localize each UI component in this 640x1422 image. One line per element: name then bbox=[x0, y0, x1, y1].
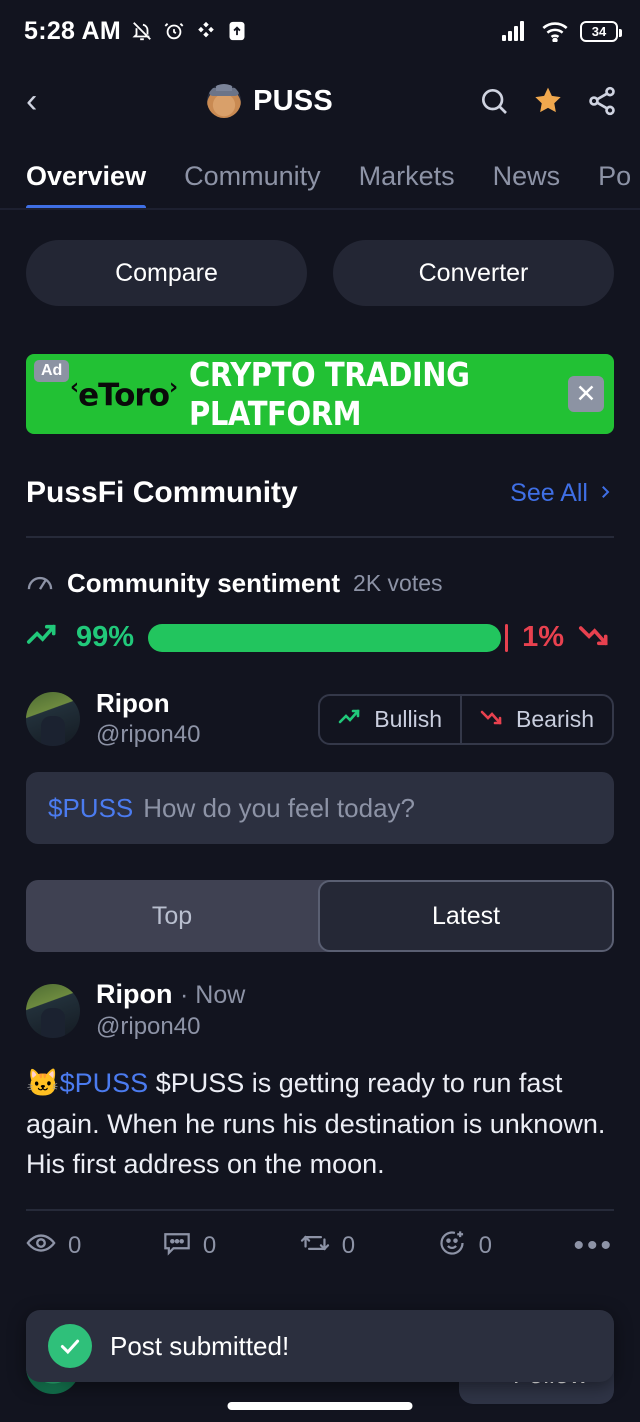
sentiment-bar-bearish bbox=[504, 623, 509, 652]
feed-filter-latest[interactable]: Latest bbox=[318, 880, 614, 953]
converter-button[interactable]: Converter bbox=[333, 240, 614, 306]
page-title: PUSS bbox=[253, 84, 333, 117]
status-bar-time: 5:28 AM bbox=[24, 16, 122, 45]
post-timestamp: · Now bbox=[180, 981, 246, 1010]
sentiment-bar-bullish bbox=[148, 623, 501, 652]
composer-ticker: $PUSS bbox=[48, 792, 134, 823]
post-body: 🐱$PUSS $PUSS is getting ready to run fas… bbox=[26, 1063, 614, 1185]
close-icon[interactable]: ✕ bbox=[568, 376, 604, 412]
sentiment-vote-group: Bullish Bearish bbox=[318, 693, 614, 745]
bearish-label: Bearish bbox=[516, 705, 594, 732]
composer-user-handle: @ripon40 bbox=[96, 721, 201, 749]
ad-headline: CRYPTO TRADING PLATFORM bbox=[189, 355, 470, 433]
tab-news[interactable]: News bbox=[493, 161, 561, 208]
sentiment-bar bbox=[148, 623, 509, 652]
post-composer-input[interactable]: $PUSS How do you feel today? bbox=[26, 772, 614, 845]
see-all-link[interactable]: See All bbox=[510, 479, 614, 508]
tab-portfolio[interactable]: Po bbox=[598, 161, 631, 208]
trend-down-icon bbox=[480, 706, 506, 733]
home-indicator bbox=[227, 1402, 413, 1410]
toast-message: Post submitted! bbox=[110, 1330, 290, 1361]
repost-button[interactable]: 0 bbox=[300, 1230, 437, 1261]
bullish-button[interactable]: Bullish bbox=[320, 696, 460, 743]
comment-button[interactable]: 0 bbox=[163, 1230, 300, 1261]
puss-cat-avatar bbox=[207, 84, 242, 118]
check-circle-icon bbox=[48, 1324, 92, 1368]
battery-indicator: 34 bbox=[580, 20, 622, 42]
search-icon[interactable] bbox=[478, 85, 510, 117]
repost-icon bbox=[300, 1230, 330, 1261]
tab-bar: Overview Community Markets News Po bbox=[0, 140, 640, 210]
sentiment-votes: 2K votes bbox=[353, 570, 443, 596]
app-screen: 5:28 AM 34 ‹ PUSS Overview Community Mar… bbox=[0, 0, 640, 1422]
battery-level: 34 bbox=[591, 23, 607, 39]
wifi-icon bbox=[541, 21, 569, 42]
comment-count: 0 bbox=[202, 1231, 217, 1259]
toast-notification: Post submitted! bbox=[26, 1310, 614, 1382]
cellular-signal-icon bbox=[502, 21, 530, 41]
reaction-add-icon bbox=[437, 1229, 467, 1262]
sentiment-bearish-pct: 1% bbox=[522, 621, 564, 653]
app-header: ‹ PUSS bbox=[0, 62, 640, 140]
post-ticker-link[interactable]: $PUSS bbox=[60, 1068, 149, 1098]
status-bar: 5:28 AM 34 bbox=[0, 0, 640, 62]
upload-icon bbox=[227, 20, 247, 42]
ad-badge: Ad bbox=[34, 360, 70, 382]
back-button[interactable]: ‹ bbox=[26, 84, 62, 118]
post-header: Ripon · Now @ripon40 bbox=[26, 978, 614, 1043]
views-count: 0 bbox=[68, 1231, 82, 1259]
composer-user-name: Ripon bbox=[96, 688, 170, 718]
tab-overview[interactable]: Overview bbox=[26, 161, 147, 208]
coin-title-group: PUSS bbox=[72, 84, 468, 118]
trend-up-icon bbox=[338, 706, 364, 733]
composer-placeholder: How do you feel today? bbox=[143, 792, 415, 823]
more-horizontal-icon[interactable]: ••• bbox=[574, 1229, 615, 1263]
bearish-button[interactable]: Bearish bbox=[460, 695, 612, 743]
gauge-icon bbox=[26, 569, 54, 598]
ad-banner[interactable]: Ad ‹eToro› CRYPTO TRADING PLATFORM ✕ bbox=[26, 354, 614, 434]
feed-filter-toggle: Top Latest bbox=[26, 880, 614, 953]
community-section-header: PussFi Community See All bbox=[0, 434, 640, 510]
tab-community[interactable]: Community bbox=[184, 161, 321, 208]
quick-actions: Compare Converter bbox=[0, 210, 640, 306]
tab-markets[interactable]: Markets bbox=[359, 161, 455, 208]
composer-user-row: Ripon @ripon40 Bullish Bearish bbox=[0, 654, 640, 750]
ad-container: Ad ‹eToro› CRYPTO TRADING PLATFORM ✕ bbox=[0, 306, 640, 434]
sentiment-bullish-pct: 99% bbox=[76, 621, 135, 653]
sentiment-header: Community sentiment 2K votes bbox=[0, 538, 640, 599]
post-engagement-bar: 0 0 0 0 ••• bbox=[26, 1211, 614, 1263]
sentiment-title: Community sentiment bbox=[67, 568, 341, 598]
comment-icon bbox=[163, 1230, 191, 1261]
feed-post: Ripon · Now @ripon40 🐱$PUSS $PUSS is get… bbox=[0, 952, 640, 1262]
trend-down-icon bbox=[578, 621, 614, 654]
trend-up-icon bbox=[26, 621, 62, 654]
sentiment-bar-row: 99% 1% bbox=[0, 599, 640, 654]
feed-filter-top[interactable]: Top bbox=[26, 880, 318, 952]
section-title: PussFi Community bbox=[26, 476, 298, 509]
reaction-count: 0 bbox=[478, 1231, 492, 1259]
share-icon[interactable] bbox=[586, 85, 618, 117]
alarm-icon bbox=[163, 19, 185, 43]
reaction-button[interactable]: 0 bbox=[437, 1229, 574, 1262]
repost-count: 0 bbox=[341, 1231, 356, 1259]
star-icon[interactable] bbox=[532, 85, 564, 117]
bell-off-icon bbox=[131, 19, 153, 43]
avatar bbox=[26, 692, 80, 747]
compare-button[interactable]: Compare bbox=[26, 240, 307, 306]
avatar[interactable] bbox=[26, 983, 80, 1038]
chevron-right-icon bbox=[596, 479, 614, 508]
views-button[interactable]: 0 bbox=[26, 1231, 163, 1260]
post-emoji: 🐱 bbox=[26, 1068, 60, 1099]
post-author: Ripon · Now bbox=[96, 979, 246, 1010]
see-all-label: See All bbox=[510, 478, 588, 507]
binance-icon bbox=[195, 20, 217, 42]
post-handle: @ripon40 bbox=[96, 1012, 201, 1040]
etoro-logo: ‹eToro› bbox=[70, 374, 178, 414]
bullish-label: Bullish bbox=[374, 705, 443, 732]
header-actions bbox=[478, 85, 618, 117]
eye-icon bbox=[26, 1231, 56, 1260]
